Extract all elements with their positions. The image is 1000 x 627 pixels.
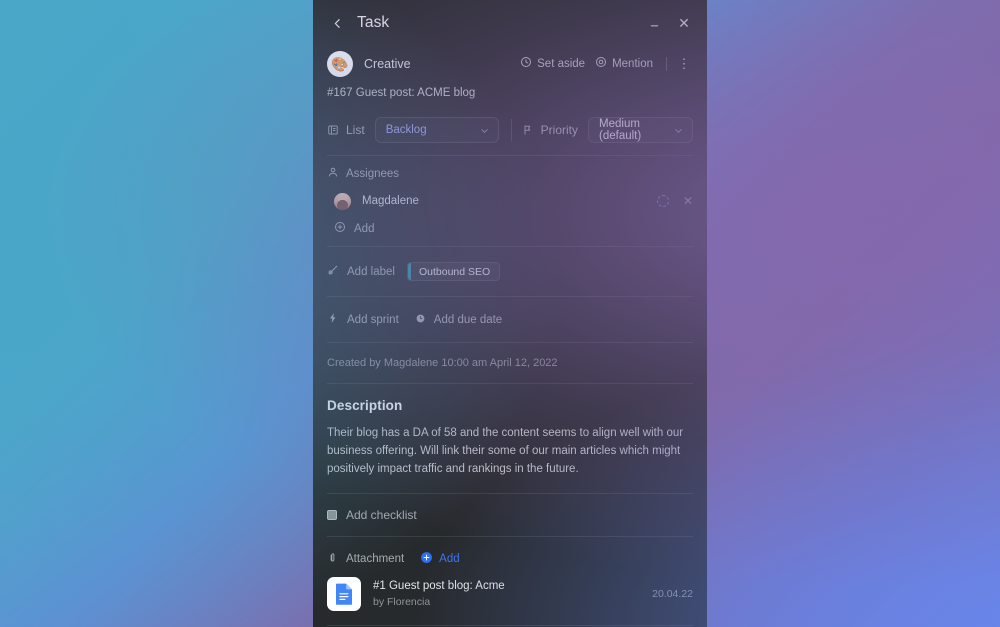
- add-attachment-label: Add: [439, 552, 460, 565]
- add-checklist-button[interactable]: Add checklist: [313, 494, 707, 536]
- description-section: Description Their blog has a DA of 58 an…: [313, 384, 707, 492]
- list-field-label: List: [327, 123, 365, 137]
- set-aside-button[interactable]: Set aside: [515, 53, 590, 74]
- list-dropdown[interactable]: Backlog: [374, 117, 499, 144]
- tag-icon: [327, 264, 339, 279]
- add-sprint-label: Add sprint: [347, 313, 399, 326]
- chevron-down-icon: [673, 125, 684, 136]
- flag-icon: [522, 124, 534, 136]
- add-due-date-button[interactable]: Add due date: [415, 313, 502, 327]
- loading-spinner-icon[interactable]: [656, 195, 669, 208]
- mention-button[interactable]: Mention: [590, 53, 658, 74]
- attachment-header: Attachment Add: [313, 537, 707, 567]
- task-detail-panel: Task ✕ 🎨 Creative Set aside Mention ⋮ #1…: [313, 0, 707, 627]
- priority-label-text: Priority: [540, 123, 579, 138]
- description-body[interactable]: Their blog has a DA of 58 and the conten…: [327, 424, 693, 492]
- checkbox-icon: [327, 509, 337, 520]
- divider: [666, 56, 667, 71]
- mention-label: Mention: [612, 57, 653, 70]
- clock-filled-icon: [415, 313, 426, 327]
- attachment-author: by Florencia: [373, 595, 431, 608]
- set-aside-label: Set aside: [537, 57, 586, 70]
- person-icon: [327, 166, 339, 181]
- page-title: Task: [357, 14, 390, 31]
- back-icon[interactable]: [327, 13, 347, 33]
- schedule-section: Add sprint Add due date: [313, 297, 707, 342]
- add-attachment-button[interactable]: Add: [420, 551, 460, 567]
- priority-dropdown[interactable]: Medium (default): [588, 117, 693, 144]
- list-label-text: List: [346, 123, 365, 138]
- google-doc-icon: [327, 576, 361, 611]
- project-name: Creative: [364, 56, 411, 71]
- divider: [510, 119, 512, 142]
- panel-title-bar: Task ✕: [313, 0, 707, 46]
- assignees-section: Assignees Magdalene ✕ Add: [313, 156, 707, 246]
- add-label-button[interactable]: Add label: [327, 264, 395, 279]
- user-avatar: [334, 192, 351, 210]
- attachment-meta: #1 Guest post blog: Acme by Florencia: [373, 580, 505, 608]
- assignees-header-label: Assignees: [346, 167, 400, 180]
- add-label-text: Add label: [347, 265, 395, 278]
- desktop-background: Task ✕ 🎨 Creative Set aside Mention ⋮ #1…: [0, 0, 1000, 627]
- minimize-button[interactable]: [645, 14, 663, 32]
- list-item[interactable]: Magdalene ✕: [327, 190, 693, 212]
- window-controls: ✕: [645, 14, 693, 32]
- description-title: Description: [327, 398, 403, 414]
- labels-section: Add label Outbound SEO: [313, 247, 707, 296]
- add-assignee-label: Add: [354, 222, 375, 235]
- assignees-header: Assignees: [327, 166, 693, 181]
- task-id-line: #167 Guest post: ACME blog: [327, 87, 476, 100]
- chevron-down-icon: [479, 125, 490, 136]
- palette-emoji-icon: 🎨: [331, 55, 349, 72]
- paperclip-icon: [327, 552, 338, 566]
- label-chip-text: Outbound SEO: [418, 265, 491, 278]
- panel-scroll-body: List Backlog Priority Medium (default) A…: [313, 111, 707, 627]
- priority-field-label: Priority: [522, 123, 578, 137]
- more-options-icon[interactable]: ⋮: [675, 54, 693, 74]
- avatar[interactable]: 🎨: [327, 50, 353, 77]
- project-header-row: 🎨 Creative Set aside Mention ⋮: [313, 48, 707, 79]
- lightning-icon: [327, 312, 339, 327]
- add-assignee-button[interactable]: Add: [327, 221, 374, 236]
- list-board-icon: [327, 124, 339, 136]
- attachment-name: #1 Guest post blog: Acme: [373, 579, 505, 592]
- add-sprint-button[interactable]: Add sprint: [327, 312, 399, 327]
- created-by-text: Created by Magdalene 10:00 am April 12, …: [327, 357, 558, 370]
- plus-circle-filled-icon: [420, 551, 433, 567]
- attachment-list-item[interactable]: #1 Guest post blog: Acme by Florencia 20…: [313, 567, 707, 625]
- add-due-date-label: Add due date: [433, 313, 503, 326]
- attachment-label-text: Attachment: [346, 552, 405, 565]
- attachment-label: Attachment: [327, 552, 404, 566]
- attachment-date: 20.04.22: [652, 587, 693, 600]
- assignee-row-tools: ✕: [656, 195, 693, 208]
- list-selected-value: Backlog: [385, 124, 427, 137]
- close-button[interactable]: ✕: [675, 14, 693, 32]
- header-actions: Set aside Mention ⋮: [515, 53, 693, 74]
- task-meta-row: List Backlog Priority Medium (default): [313, 111, 707, 155]
- assignee-name: Magdalene: [362, 195, 419, 208]
- plus-circle-icon: [334, 221, 346, 236]
- clock-icon: [520, 56, 532, 71]
- add-checklist-label: Add checklist: [346, 507, 417, 522]
- at-mention-icon: [595, 56, 607, 71]
- status-badge[interactable]: Outbound SEO: [406, 262, 501, 282]
- close-icon[interactable]: ✕: [683, 195, 693, 207]
- priority-selected-value: Medium (default): [599, 118, 642, 143]
